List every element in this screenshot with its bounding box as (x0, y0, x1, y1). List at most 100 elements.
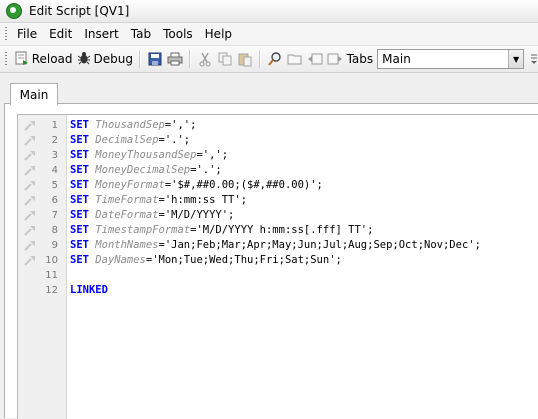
assignment-value: =','; (164, 119, 197, 131)
variable-name: MoneyDecimalSep (95, 164, 191, 176)
assignment-value: ='.'; (158, 134, 191, 146)
code-text: SET ThousandSep=','; (70, 118, 196, 133)
code-line[interactable]: 11 (18, 268, 538, 283)
variable-name: ThousandSep (95, 119, 165, 131)
menu-tools[interactable]: Tools (159, 27, 201, 41)
line-number: 8 (51, 225, 58, 236)
tab-left-icon[interactable] (307, 51, 323, 67)
code-line[interactable]: 5 SET MoneyFormat='$#,##0.00;($#,##0.00)'… (18, 178, 538, 193)
menu-bar: File Edit Insert Tab Tools Help (0, 23, 538, 46)
variable-name: TimestampFormat (95, 224, 191, 236)
line-number: 5 (51, 180, 58, 191)
code-line[interactable]: 12 LINKED (18, 283, 538, 298)
line-number: 4 (51, 165, 58, 176)
variable-name: MoneyFormat (95, 179, 165, 191)
tab-strip: Main (0, 73, 538, 105)
toolbar-separator (139, 50, 141, 68)
keyword: SET (70, 134, 89, 146)
code-line[interactable]: 3 SET MoneyThousandSep=','; (18, 148, 538, 163)
assignment-value: ='$#,##0.00;($#,##0.00)'; (164, 179, 323, 191)
menu-tab[interactable]: Tab (127, 27, 159, 41)
bookmark-arrow-icon[interactable] (24, 240, 36, 251)
debug-button[interactable]: Debug (75, 49, 135, 69)
find-icon[interactable] (267, 51, 283, 67)
menu-insert[interactable]: Insert (80, 27, 126, 41)
line-number: 2 (51, 135, 58, 146)
bookmark-arrow-icon[interactable] (24, 180, 36, 191)
keyword: SET (70, 224, 89, 236)
code-line[interactable]: 7 SET DateFormat='M/D/YYYY'; (18, 208, 538, 223)
toolbar-grip-handle[interactable] (5, 52, 7, 66)
title-bar: Edit Script [QV1] (0, 0, 538, 23)
qlikview-app-icon (6, 3, 22, 19)
debug-label: Debug (93, 52, 133, 66)
line-number: 1 (51, 120, 58, 131)
line-number: 7 (51, 210, 58, 221)
variable-name: TimeFormat (95, 194, 159, 206)
code-line[interactable]: 6 SET TimeFormat='h:mm:ss TT'; (18, 193, 538, 208)
bookmark-arrow-icon[interactable] (24, 150, 36, 161)
code-text: LINKED (70, 283, 108, 298)
bookmark-arrow-icon[interactable] (24, 120, 36, 131)
code-text: SET MonthNames='Jan;Feb;Mar;Apr;May;Jun;… (70, 238, 481, 253)
bookmark-arrow-icon[interactable] (24, 165, 36, 176)
window-title: Edit Script [QV1] (29, 4, 130, 18)
bookmark-arrow-icon[interactable] (24, 195, 36, 206)
bookmark-arrow-icon[interactable] (24, 255, 36, 266)
menu-help[interactable]: Help (201, 27, 240, 41)
tab-main-label: Main (19, 87, 49, 102)
variable-name: MonthNames (95, 239, 159, 251)
script-editor[interactable]: 1 SET ThousandSep=','; 2 SET DecimalSep='.'… (17, 114, 538, 419)
keyword: SET (70, 254, 89, 266)
assignment-value: ='M/D/YYYY h:mm:ss[.fff] TT'; (190, 224, 374, 236)
variable-name: DecimalSep (95, 134, 159, 146)
debug-bug-icon (77, 51, 91, 68)
keyword: SET (70, 239, 89, 251)
keyword: SET (70, 179, 89, 191)
menu-edit[interactable]: Edit (45, 27, 80, 41)
reload-button[interactable]: Reload (13, 49, 75, 69)
tab-main[interactable]: Main (10, 83, 58, 105)
line-number: 10 (45, 255, 58, 266)
line-number: 9 (51, 240, 58, 251)
code-text: SET MoneyFormat='$#,##0.00;($#,##0.00)'; (70, 178, 323, 193)
line-number: 11 (45, 270, 58, 281)
toolbar-overflow-icon[interactable] (530, 51, 538, 67)
code-line[interactable]: 2 SET DecimalSep='.'; (18, 133, 538, 148)
cut-icon[interactable] (197, 51, 213, 67)
code-text: SET DecimalSep='.'; (70, 133, 190, 148)
code-text: SET MoneyDecimalSep='.'; (70, 163, 222, 178)
line-number: 6 (51, 195, 58, 206)
open-icon[interactable] (287, 51, 303, 67)
chevron-down-icon[interactable]: ▼ (508, 50, 524, 68)
assignment-value: =','; (196, 149, 229, 161)
menu-grip-handle[interactable] (5, 27, 7, 41)
save-icon[interactable] (147, 51, 163, 67)
tab-right-icon[interactable] (327, 51, 343, 67)
code-text: SET MoneyThousandSep=','; (70, 148, 228, 163)
bookmark-arrow-icon[interactable] (24, 135, 36, 146)
code-line[interactable]: 1 SET ThousandSep=','; (18, 118, 538, 133)
copy-icon[interactable] (217, 51, 233, 67)
line-number: 12 (45, 285, 58, 296)
toolbar-separator (188, 50, 191, 68)
tabs-dropdown-value: Main (382, 52, 411, 66)
keyword: SET (70, 164, 89, 176)
code-line[interactable]: 10 SET DayNames='Mon;Tue;Wed;Thu;Fri;Sat;… (18, 253, 538, 268)
keyword: SET (70, 209, 89, 221)
menu-file[interactable]: File (13, 27, 45, 41)
code-line[interactable]: 8 SET TimestampFormat='M/D/YYYY h:mm:ss[.… (18, 223, 538, 238)
variable-name: DayNames (95, 254, 146, 266)
code-line[interactable]: 4 SET MoneyDecimalSep='.'; (18, 163, 538, 178)
code-text: SET DateFormat='M/D/YYYY'; (70, 208, 234, 223)
print-icon[interactable] (167, 51, 183, 67)
bookmark-arrow-icon[interactable] (24, 225, 36, 236)
keyword: SET (70, 149, 89, 161)
tabs-dropdown[interactable]: Main ▼ (377, 49, 525, 69)
code-line[interactable]: 9 SET MonthNames='Jan;Feb;Mar;Apr;May;Jun… (18, 238, 538, 253)
reload-icon (15, 51, 29, 68)
paste-icon[interactable] (237, 51, 253, 67)
keyword: SET (70, 119, 89, 131)
bookmark-arrow-icon[interactable] (24, 210, 36, 221)
variable-name: DateFormat (95, 209, 159, 221)
